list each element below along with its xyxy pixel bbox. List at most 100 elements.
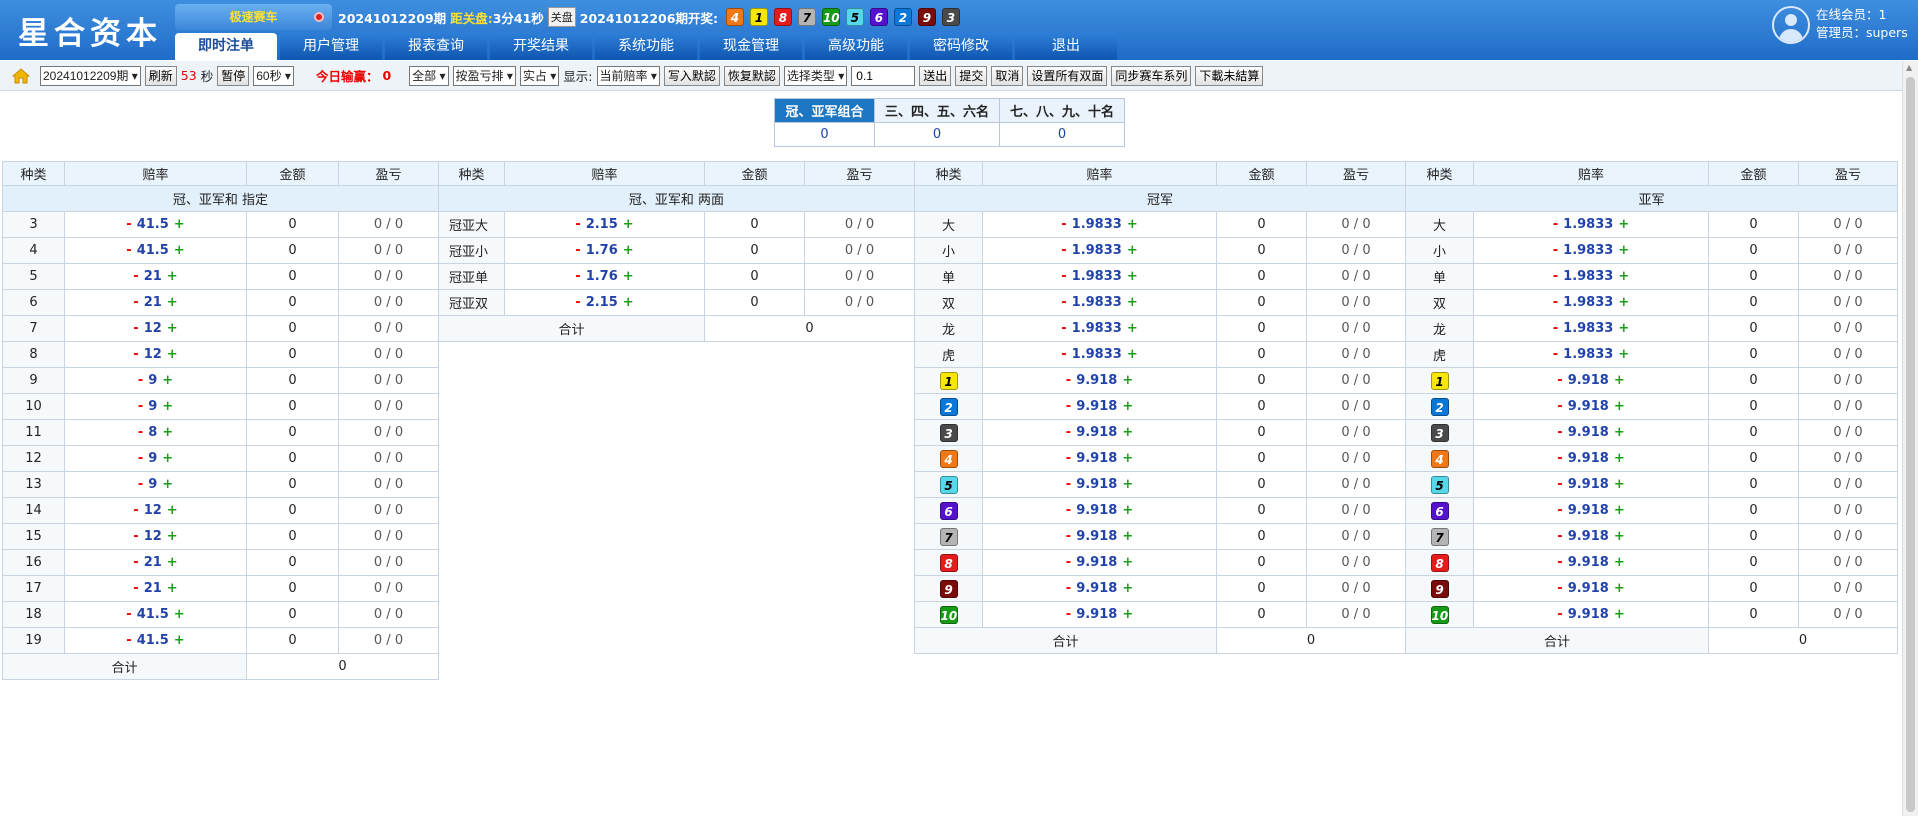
odds-decrease-button[interactable]: - <box>138 425 143 440</box>
odds-value[interactable]: 21 <box>144 269 162 284</box>
odds-decrease-button[interactable]: - <box>133 503 138 518</box>
odds-value[interactable]: 2.15 <box>586 295 618 310</box>
set-all-double-button[interactable]: 设置所有双面 <box>1027 65 1108 86</box>
nav-tab-5[interactable]: 现金管理 <box>700 33 802 60</box>
odds-value[interactable]: 1.76 <box>586 243 618 258</box>
odds-decrease-button[interactable]: - <box>575 295 580 310</box>
odds-value[interactable]: 1.9833 <box>1072 217 1122 232</box>
odds-decrease-button[interactable]: - <box>1066 451 1071 466</box>
odds-decrease-button[interactable]: - <box>138 399 143 414</box>
odds-decrease-button[interactable]: - <box>1061 295 1066 310</box>
odds-increase-button[interactable]: + <box>1122 373 1133 388</box>
odds-decrease-button[interactable]: - <box>126 607 131 622</box>
odds-decrease-button[interactable]: - <box>138 477 143 492</box>
odds-decrease-button[interactable]: - <box>126 217 131 232</box>
odds-value[interactable]: 9 <box>148 477 157 492</box>
odds-increase-button[interactable]: + <box>1127 321 1138 336</box>
odds-decrease-button[interactable]: - <box>1061 217 1066 232</box>
odds-decrease-button[interactable]: - <box>1553 269 1558 284</box>
odds-increase-button[interactable]: + <box>167 347 178 362</box>
odds-increase-button[interactable]: + <box>1122 529 1133 544</box>
odds-value[interactable]: 9.918 <box>1568 399 1609 414</box>
odds-increase-button[interactable]: + <box>623 295 634 310</box>
odds-increase-button[interactable]: + <box>1122 425 1133 440</box>
odds-value[interactable]: 1.9833 <box>1563 269 1613 284</box>
odds-increase-button[interactable]: + <box>1614 607 1625 622</box>
refresh-interval-select[interactable]: 60秒 ▾ <box>253 65 294 86</box>
odds-value[interactable]: 41.5 <box>137 633 169 648</box>
odds-increase-button[interactable]: + <box>1127 243 1138 258</box>
odds-value[interactable]: 1.9833 <box>1072 269 1122 284</box>
odds-increase-button[interactable]: + <box>1618 347 1629 362</box>
odds-decrease-button[interactable]: - <box>1557 451 1562 466</box>
period-select[interactable]: 20241012209期 ▾ <box>40 65 141 86</box>
odds-increase-button[interactable]: + <box>167 503 178 518</box>
odds-value[interactable]: 9.918 <box>1076 373 1117 388</box>
odds-decrease-button[interactable]: - <box>1553 347 1558 362</box>
odds-increase-button[interactable]: + <box>1127 269 1138 284</box>
odds-value[interactable]: 9.918 <box>1076 529 1117 544</box>
odds-decrease-button[interactable]: - <box>575 243 580 258</box>
odds-increase-button[interactable]: + <box>1618 243 1629 258</box>
odds-value[interactable]: 9.918 <box>1568 555 1609 570</box>
odds-increase-button[interactable]: + <box>174 217 185 232</box>
odds-increase-button[interactable]: + <box>1122 451 1133 466</box>
download-unsettled-button[interactable]: 下載未結算 <box>1195 65 1264 86</box>
odds-decrease-button[interactable]: - <box>133 269 138 284</box>
page-scrollbar[interactable]: ▲ <box>1902 61 1918 816</box>
odds-value[interactable]: 2.15 <box>586 217 618 232</box>
summary-tab-champion-runnerup[interactable]: 冠、亚军组合 <box>774 98 875 123</box>
odds-decrease-button[interactable]: - <box>575 217 580 232</box>
odds-decrease-button[interactable]: - <box>1557 529 1562 544</box>
odds-decrease-button[interactable]: - <box>133 555 138 570</box>
odds-value[interactable]: 41.5 <box>137 217 169 232</box>
nav-tab-0[interactable]: 即时注单 <box>175 33 277 60</box>
game-tab-speed-racing[interactable]: 极速赛车 <box>175 4 332 30</box>
odds-value[interactable]: 9 <box>148 399 157 414</box>
pause-button[interactable]: 暂停 <box>217 65 250 86</box>
odds-increase-button[interactable]: + <box>162 477 173 492</box>
odds-decrease-button[interactable]: - <box>1557 399 1562 414</box>
odds-increase-button[interactable]: + <box>1618 295 1629 310</box>
odds-increase-button[interactable]: + <box>1618 321 1629 336</box>
odds-decrease-button[interactable]: - <box>1061 347 1066 362</box>
odds-value[interactable]: 1.9833 <box>1072 347 1122 362</box>
odds-decrease-button[interactable]: - <box>133 295 138 310</box>
odds-increase-button[interactable]: + <box>623 243 634 258</box>
odds-value[interactable]: 9.918 <box>1568 451 1609 466</box>
share-mode-select[interactable]: 实占 ▾ <box>519 65 560 86</box>
odds-decrease-button[interactable]: - <box>138 373 143 388</box>
odds-increase-button[interactable]: + <box>1614 399 1625 414</box>
odds-value[interactable]: 9.918 <box>1568 581 1609 596</box>
odds-decrease-button[interactable]: - <box>1557 373 1562 388</box>
odds-decrease-button[interactable]: - <box>1066 581 1071 596</box>
odds-increase-button[interactable]: + <box>1614 555 1625 570</box>
nav-tab-6[interactable]: 高级功能 <box>805 33 907 60</box>
odds-decrease-button[interactable]: - <box>1066 425 1071 440</box>
odds-increase-button[interactable]: + <box>1614 529 1625 544</box>
odds-increase-button[interactable]: + <box>1618 269 1629 284</box>
odds-value[interactable]: 9.918 <box>1076 451 1117 466</box>
odds-value[interactable]: 1.9833 <box>1563 295 1613 310</box>
odds-increase-button[interactable]: + <box>1122 607 1133 622</box>
odds-decrease-button[interactable]: - <box>133 581 138 596</box>
odds-value[interactable]: 1.9833 <box>1563 321 1613 336</box>
odds-decrease-button[interactable]: - <box>1557 581 1562 596</box>
scope-select[interactable]: 全部 ▾ <box>409 65 449 86</box>
odds-decrease-button[interactable]: - <box>1066 399 1071 414</box>
odds-decrease-button[interactable]: - <box>1557 425 1562 440</box>
odds-increase-button[interactable]: + <box>167 581 178 596</box>
odds-decrease-button[interactable]: - <box>1066 555 1071 570</box>
odds-decrease-button[interactable]: - <box>1553 321 1558 336</box>
write-default-button[interactable]: 写入默認 <box>663 65 720 86</box>
odds-decrease-button[interactable]: - <box>1557 555 1562 570</box>
send-button[interactable]: 送出 <box>919 65 952 86</box>
odds-value[interactable]: 9.918 <box>1076 607 1117 622</box>
odds-value[interactable]: 9.918 <box>1076 581 1117 596</box>
odds-increase-button[interactable]: + <box>162 451 173 466</box>
odds-value[interactable]: 9.918 <box>1076 399 1117 414</box>
odds-value[interactable]: 9.918 <box>1568 503 1609 518</box>
odds-decrease-button[interactable]: - <box>1066 529 1071 544</box>
odds-increase-button[interactable]: + <box>1122 581 1133 596</box>
odds-value[interactable]: 41.5 <box>137 243 169 258</box>
